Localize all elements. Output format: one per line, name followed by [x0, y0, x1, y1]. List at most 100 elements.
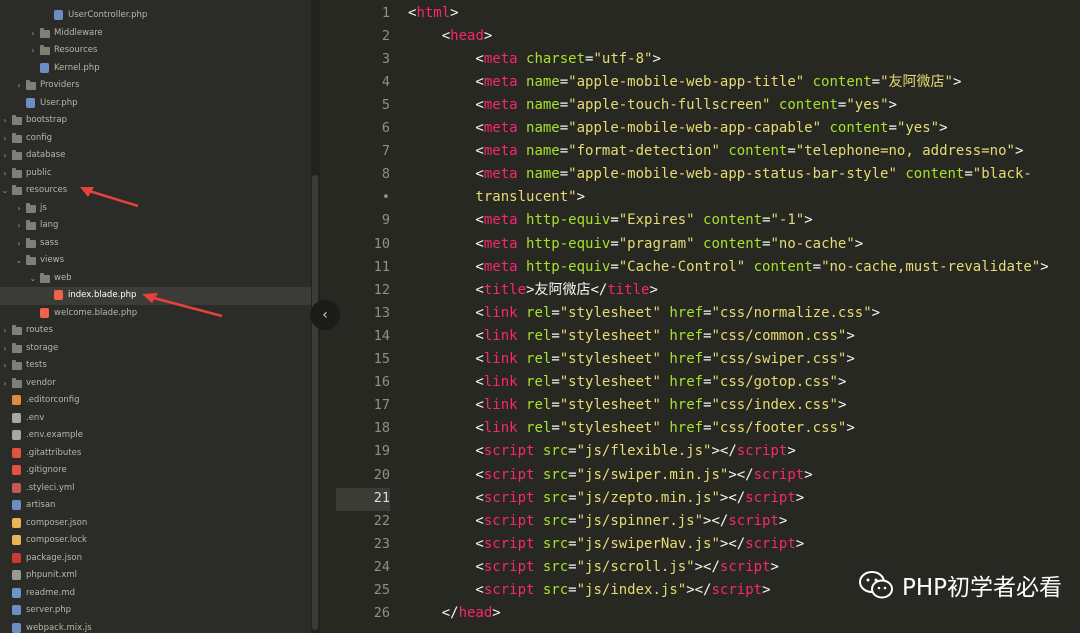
string-token: "css/swiper.css" — [711, 351, 847, 367]
tree-item[interactable]: ⌄ resources — [0, 182, 311, 200]
tag-token: link — [483, 374, 518, 391]
code-editor[interactable]: 1 2 3 4 5 6 7 8 • 9 10 11 12 13 14 15 16 17 18 19 20 21 22 23 24… — [320, 0, 1080, 633]
tree-item[interactable]: .gitattributes — [0, 445, 311, 463]
plain-token: = — [568, 512, 577, 529]
chevron-right-icon[interactable]: › — [0, 130, 10, 148]
tree-item[interactable]: composer.lock — [0, 532, 311, 550]
chevron-right-icon[interactable]: › — [0, 322, 10, 340]
tree-item[interactable]: › Resources — [0, 42, 311, 60]
tree-item[interactable]: › Providers — [0, 77, 311, 95]
chevron-down-icon[interactable]: ⌄ — [14, 252, 24, 270]
code-line[interactable]: <meta name="format-detection" content="t… — [408, 140, 1023, 163]
chevron-right-icon[interactable]: › — [0, 165, 10, 183]
tree-item[interactable]: › js — [0, 200, 311, 218]
tree-item[interactable]: ⌄ views — [0, 252, 311, 270]
code-line[interactable]: <link rel="stylesheet" href="css/swiper.… — [408, 348, 854, 371]
tree-item[interactable]: package.json — [0, 550, 311, 568]
tree-item[interactable]: .env — [0, 410, 311, 428]
chevron-right-icon[interactable]: › — [0, 147, 10, 165]
chevron-down-icon[interactable]: ⌄ — [0, 182, 10, 200]
code-line[interactable]: <meta name="apple-mobile-web-app-capable… — [408, 117, 947, 140]
code-line[interactable]: <script src="js/swiper.min.js"></script> — [408, 464, 812, 487]
code-line[interactable]: <link rel="stylesheet" href="css/index.c… — [408, 394, 846, 417]
attr-token: name — [526, 143, 560, 160]
string-token: "yes" — [846, 96, 889, 113]
plain-token: > — [649, 281, 658, 298]
tree-item[interactable]: webpack.mix.js — [0, 620, 311, 633]
code-line[interactable]: <meta http-equiv="Expires" content="-1"> — [408, 209, 812, 232]
collapse-sidebar-button[interactable]: ‹ — [310, 300, 340, 330]
code-line[interactable]: <meta name="apple-mobile-web-app-status-… — [408, 163, 1031, 186]
tree-item[interactable]: composer.json — [0, 515, 311, 533]
chevron-right-icon[interactable]: › — [28, 25, 38, 43]
chevron-right-icon[interactable]: › — [14, 235, 24, 253]
chevron-right-icon[interactable]: › — [0, 357, 10, 375]
attr-token: name — [526, 166, 560, 183]
plain-token: > — [952, 73, 962, 90]
tree-item[interactable]: › vendor — [0, 375, 311, 393]
code-line[interactable]: <meta name="apple-touch-fullscreen" cont… — [408, 94, 897, 117]
folder-icon — [26, 80, 36, 90]
code-line[interactable]: <script src="js/zepto.min.js"></script> — [408, 487, 804, 510]
tree-item[interactable]: User.php — [0, 95, 311, 113]
tree-item[interactable]: .editorconfig — [0, 392, 311, 410]
code-line[interactable]: <meta http-equiv="Cache-Control" content… — [408, 256, 1048, 279]
code-line[interactable]: <link rel="stylesheet" href="css/footer.… — [408, 417, 854, 440]
tree-item[interactable]: ⌄ web — [0, 270, 311, 288]
tree-item[interactable]: › Middleware — [0, 25, 311, 43]
tree-item[interactable]: Kernel.php — [0, 60, 311, 78]
plain-token: > — [854, 235, 864, 252]
tree-item[interactable]: .styleci.yml — [0, 480, 311, 498]
code-line[interactable]: <script src="js/scroll.js"></script> — [408, 556, 779, 579]
code-line[interactable]: <script src="js/spinner.js"></script> — [408, 510, 787, 533]
tree-item[interactable]: › routes — [0, 322, 311, 340]
tree-item-label: Middleware — [54, 27, 103, 38]
chevron-right-icon[interactable]: › — [14, 77, 24, 95]
code-line[interactable]: <meta http-equiv="pragram" content="no-c… — [408, 233, 863, 256]
tree-item[interactable]: › config — [0, 130, 311, 148]
code-line[interactable]: <meta name="apple-mobile-web-app-title" … — [408, 71, 961, 94]
code-line[interactable]: <title>友阿微店</title> — [408, 279, 658, 302]
code-line[interactable]: <script src="js/index.js"></script> — [408, 579, 770, 602]
tree-item[interactable]: .env.example — [0, 427, 311, 445]
chevron-right-icon[interactable]: › — [0, 375, 10, 393]
attr-token: href — [669, 327, 704, 344]
code-line[interactable]: <link rel="stylesheet" href="css/common.… — [408, 325, 854, 348]
code-line[interactable]: <script src="js/flexible.js"></script> — [408, 440, 795, 463]
chevron-down-icon[interactable]: ⌄ — [28, 270, 38, 288]
sidebar-scrollbar-thumb[interactable] — [312, 175, 318, 630]
code-line[interactable]: <meta charset="utf-8"> — [408, 48, 661, 71]
chevron-right-icon[interactable]: › — [0, 112, 10, 130]
tag-token: link — [483, 351, 518, 367]
tree-item[interactable]: › lang — [0, 217, 311, 235]
chevron-right-icon[interactable]: › — [14, 200, 24, 218]
tree-item[interactable]: › storage — [0, 340, 311, 358]
plain-token: < — [408, 258, 484, 275]
tree-item[interactable]: › sass — [0, 235, 311, 253]
tree-item[interactable]: UserController.php — [0, 7, 311, 25]
tree-item[interactable]: server.php — [0, 602, 311, 620]
tree-item[interactable]: readme.md — [0, 585, 311, 603]
code-line[interactable]: <html> — [408, 2, 459, 25]
code-line[interactable]: translucent"> — [408, 186, 585, 209]
tree-item[interactable]: › public — [0, 165, 311, 183]
chevron-right-icon[interactable]: › — [28, 42, 38, 60]
tree-item[interactable]: › tests — [0, 357, 311, 375]
plain-token: = — [568, 535, 577, 552]
tree-item[interactable]: › database — [0, 147, 311, 165]
composer-icon — [12, 517, 21, 528]
code-line[interactable]: <script src="js/swiperNav.js"></script> — [408, 533, 804, 556]
code-line[interactable]: <link rel="stylesheet" href="css/normali… — [408, 302, 880, 325]
code-line[interactable]: </head> — [408, 602, 501, 625]
code-line[interactable]: <head> — [408, 25, 493, 48]
chevron-right-icon[interactable]: › — [14, 217, 24, 235]
code-line[interactable]: <link rel="stylesheet" href="css/gotop.c… — [408, 371, 846, 394]
tree-item[interactable]: › bootstrap — [0, 112, 311, 130]
tree-item[interactable]: artisan — [0, 497, 311, 515]
tree-item[interactable]: phpunit.xml — [0, 567, 311, 585]
chevron-right-icon[interactable]: › — [0, 340, 10, 358]
attr-token: src — [542, 535, 569, 552]
tree-item[interactable]: .gitignore — [0, 462, 311, 480]
